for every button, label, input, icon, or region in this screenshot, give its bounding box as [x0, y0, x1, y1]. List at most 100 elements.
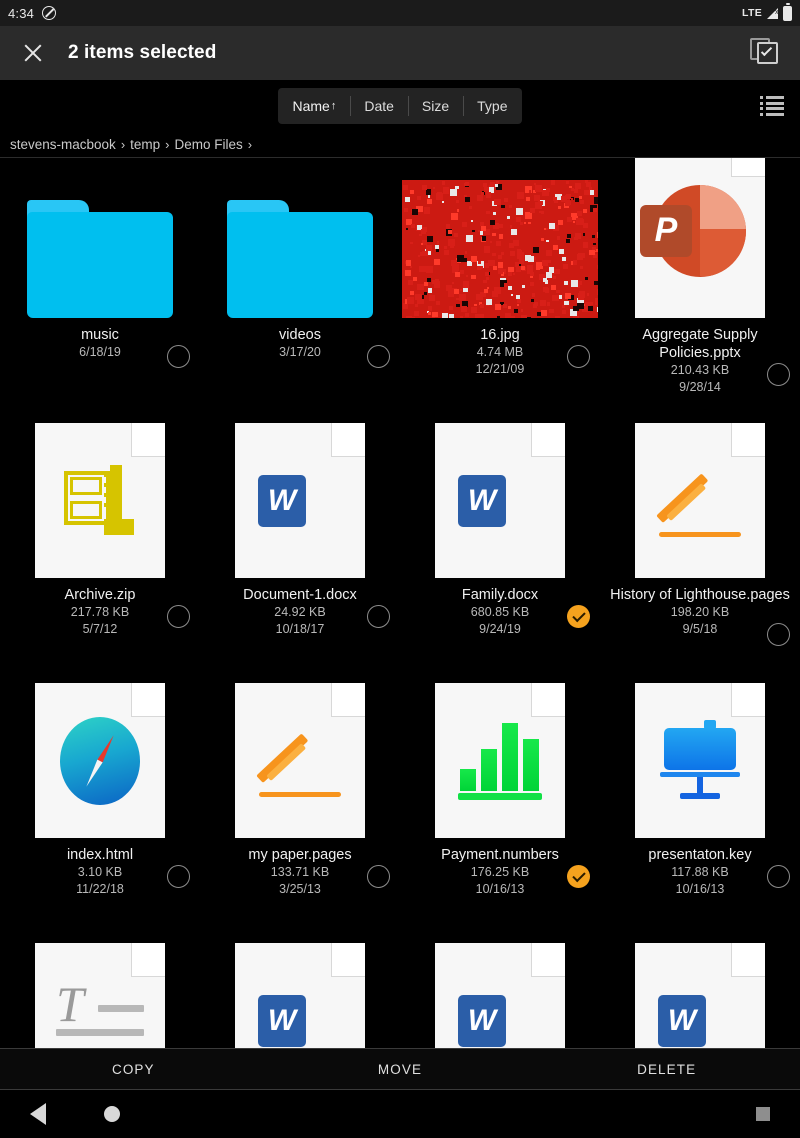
file-grid-item[interactable]: W Document-1.docx 24.92 KB 10/18/17 — [200, 418, 400, 678]
image-thumbnail — [402, 180, 598, 318]
circle-unselected-icon — [167, 605, 190, 628]
file-select-checkbox[interactable] — [767, 363, 790, 386]
circle-unselected-icon — [567, 345, 590, 368]
file-grid-scroll[interactable]: music 6/18/19 videos 3/17/20 16.jpg 4.74 MB 12… — [0, 158, 800, 1048]
breadcrumb: stevens-macbook › temp › Demo Files › — [0, 132, 800, 158]
file-grid-item[interactable]: Archive.zip 217.78 KB 5/7/12 — [0, 418, 200, 678]
circle-unselected-icon — [367, 345, 390, 368]
file-name: my paper.pages — [205, 846, 395, 864]
nav-recents-icon[interactable] — [756, 1107, 770, 1121]
file-thumbnail — [635, 678, 765, 838]
powerpoint-icon: P — [654, 185, 746, 277]
file-select-checkbox[interactable] — [367, 345, 390, 368]
file-grid-item[interactable]: P Aggregate Supply Policies.pptx 210.43 KB… — [600, 158, 800, 418]
status-bar: 4:34 LTE — [0, 0, 800, 26]
circle-unselected-icon — [167, 345, 190, 368]
file-grid-item[interactable]: W — [400, 938, 600, 1048]
file-name: Family.docx — [405, 586, 595, 604]
sort-options-group: Name ↑ Date Size Type — [278, 88, 521, 124]
word-document-icon: W — [458, 977, 542, 1049]
circle-unselected-icon — [767, 865, 790, 888]
word-document-icon: W — [258, 977, 342, 1049]
move-button[interactable]: MOVE — [267, 1062, 534, 1077]
file-thumbnail: T — [35, 938, 165, 1048]
delete-button[interactable]: DELETE — [533, 1062, 800, 1077]
file-select-checkbox[interactable] — [167, 345, 190, 368]
sort-option-name[interactable]: Name ↑ — [278, 88, 350, 124]
file-name: 16.jpg — [405, 326, 595, 344]
keynote-icon — [658, 720, 742, 802]
file-name: Payment.numbers — [405, 846, 595, 864]
file-thumbnail — [402, 158, 598, 318]
select-all-icon[interactable] — [750, 38, 780, 68]
file-select-checkbox[interactable] — [367, 605, 390, 628]
circle-unselected-icon — [367, 605, 390, 628]
file-select-checkbox[interactable] — [567, 605, 590, 628]
nav-back-icon[interactable] — [30, 1103, 46, 1125]
sort-option-size[interactable]: Size — [408, 88, 463, 124]
file-name: music — [5, 326, 195, 344]
file-thumbnail: W — [435, 418, 565, 578]
do-not-disturb-icon — [42, 6, 56, 20]
file-grid-item[interactable]: T — [0, 938, 200, 1048]
file-thumbnail: W — [635, 938, 765, 1048]
file-name: index.html — [5, 846, 195, 864]
file-name: History of Lighthouse.pages — [605, 586, 795, 604]
document-sheet: W — [235, 423, 365, 578]
file-select-checkbox[interactable] — [367, 865, 390, 888]
status-bar-left: 4:34 — [8, 6, 56, 21]
file-grid-item[interactable]: presentaton.key 117.88 KB 10/16/13 — [600, 678, 800, 938]
file-thumbnail — [27, 158, 173, 318]
file-select-checkbox[interactable] — [567, 345, 590, 368]
file-grid-item[interactable]: W — [200, 938, 400, 1048]
circle-unselected-icon — [167, 865, 190, 888]
breadcrumb-separator-icon: › — [248, 137, 252, 152]
breadcrumb-item-demo-files[interactable]: Demo Files — [175, 137, 243, 152]
action-bar: COPY MOVE DELETE — [0, 1048, 800, 1090]
file-grid-item[interactable]: my paper.pages 133.71 KB 3/25/13 — [200, 678, 400, 938]
pages-document-icon — [657, 459, 743, 543]
folder-icon — [227, 200, 373, 318]
file-grid-item[interactable]: music 6/18/19 — [0, 158, 200, 418]
file-grid-item[interactable]: W Family.docx 680.85 KB 9/24/19 — [400, 418, 600, 678]
network-label: LTE — [742, 7, 762, 19]
document-sheet: W — [435, 423, 565, 578]
close-icon[interactable] — [20, 40, 46, 66]
sort-bar: Name ↑ Date Size Type — [0, 80, 800, 132]
file-grid-item[interactable]: index.html 3.10 KB 11/22/18 — [0, 678, 200, 938]
numbers-chart-icon — [458, 722, 542, 800]
circle-unselected-icon — [767, 623, 790, 646]
copy-button[interactable]: COPY — [0, 1062, 267, 1077]
file-thumbnail — [435, 678, 565, 838]
file-grid-item[interactable]: W — [600, 938, 800, 1048]
file-grid-item[interactable]: 16.jpg 4.74 MB 12/21/09 — [400, 158, 600, 418]
sort-option-date[interactable]: Date — [350, 88, 408, 124]
checkmark-selected-icon — [567, 605, 590, 628]
file-select-checkbox[interactable] — [167, 865, 190, 888]
file-grid-item[interactable]: Payment.numbers 176.25 KB 10/16/13 — [400, 678, 600, 938]
checkmark-selected-icon — [567, 865, 590, 888]
safari-compass-icon — [60, 717, 140, 805]
list-row — [760, 113, 784, 116]
file-select-checkbox[interactable] — [767, 865, 790, 888]
list-row — [760, 102, 784, 105]
file-grid-item[interactable]: History of Lighthouse.pages 198.20 KB 9/5/… — [600, 418, 800, 678]
document-sheet — [635, 683, 765, 838]
file-grid-item[interactable]: videos 3/17/20 — [200, 158, 400, 418]
breadcrumb-item-host[interactable]: stevens-macbook — [10, 137, 116, 152]
file-thumbnail — [235, 678, 365, 838]
sort-option-type[interactable]: Type — [463, 88, 521, 124]
document-sheet — [435, 683, 565, 838]
nav-home-icon[interactable] — [104, 1106, 120, 1122]
file-select-checkbox[interactable] — [767, 623, 790, 646]
list-view-icon[interactable] — [760, 96, 784, 116]
selection-title: 2 items selected — [68, 42, 728, 64]
document-sheet — [235, 683, 365, 838]
breadcrumb-item-temp[interactable]: temp — [130, 137, 160, 152]
file-select-checkbox[interactable] — [167, 605, 190, 628]
file-select-checkbox[interactable] — [567, 865, 590, 888]
document-sheet: W — [235, 943, 365, 1048]
zip-archive-icon — [60, 461, 140, 541]
document-sheet: W — [435, 943, 565, 1048]
text-document-icon: T — [54, 979, 146, 1049]
